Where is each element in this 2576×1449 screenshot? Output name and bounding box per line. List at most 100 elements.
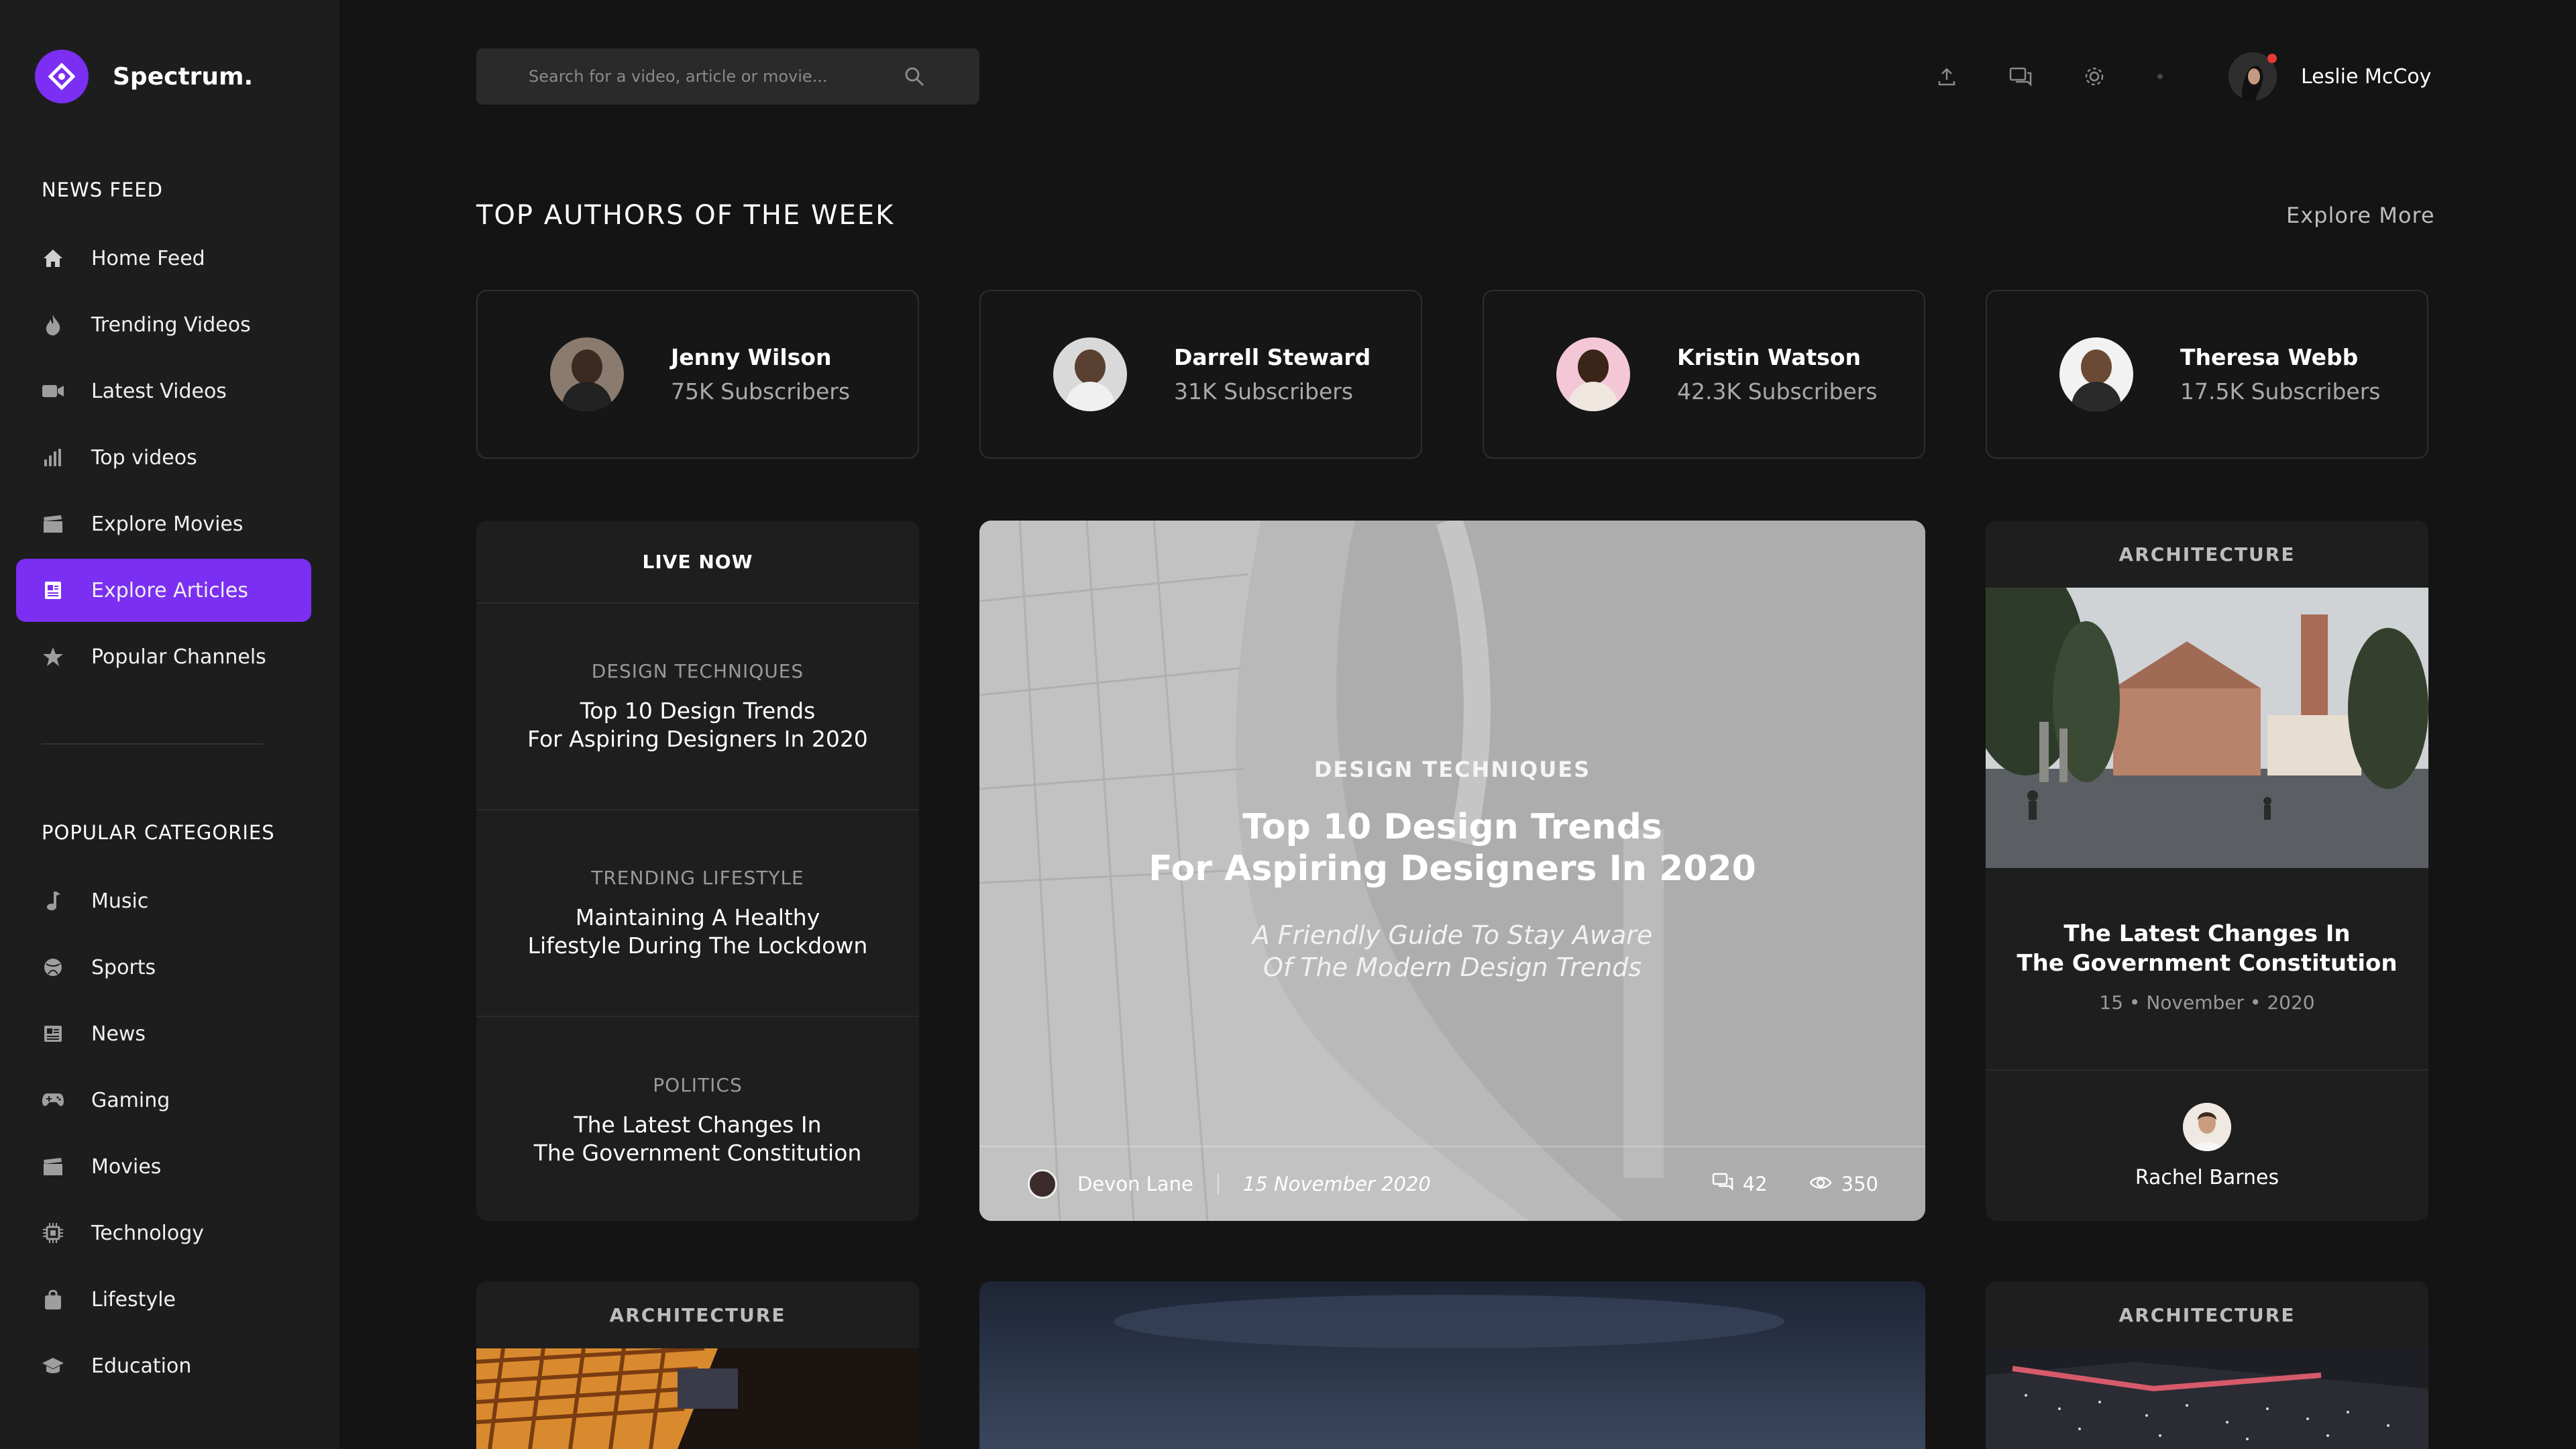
nav-label: Top videos [91, 445, 197, 470]
home-icon [42, 247, 64, 270]
nav-item-explore-articles[interactable]: Explore Articles [16, 559, 311, 622]
author-name: Kristin Watson [1677, 344, 1861, 370]
nav-item-explore-movies[interactable]: Explore Movies [16, 492, 311, 555]
star-icon [42, 645, 64, 668]
avatar [1556, 337, 1630, 411]
category-item-education[interactable]: Education [16, 1334, 311, 1397]
avatar [550, 337, 624, 411]
live-now-card: LIVE NOW DESIGN TECHNIQUES Top 10 Design… [476, 521, 919, 1221]
nav-item-trending-videos[interactable]: Trending Videos [16, 293, 311, 356]
live-item[interactable]: DESIGN TECHNIQUES Top 10 Design Trends F… [476, 604, 919, 810]
live-item[interactable]: POLITICS The Latest Changes In The Gover… [476, 1017, 919, 1221]
hero-author[interactable]: Devon Lane [1077, 1173, 1193, 1195]
notification-dot [2267, 54, 2277, 63]
author-card[interactable]: Theresa Webb 17.5K Subscribers [1986, 290, 2428, 459]
brand[interactable]: Spectrum. [35, 50, 253, 103]
comments-stat[interactable]: 42 [1703, 1173, 1768, 1196]
nav-item-popular-channels[interactable]: Popular Channels [16, 625, 311, 688]
article-image [1986, 1348, 2428, 1449]
user-menu[interactable]: Leslie McCoy [2229, 52, 2431, 101]
popular-categories-title: POPULAR CATEGORIES [42, 821, 275, 844]
live-item[interactable]: TRENDING LIFESTYLE Maintaining A Healthy… [476, 810, 919, 1017]
nav-item-top-videos[interactable]: Top videos [16, 426, 311, 489]
article-category: ARCHITECTURE [1986, 1281, 2428, 1348]
article-card[interactable]: ARCHITECTURE [476, 1281, 919, 1449]
graduation-cap-icon [42, 1354, 64, 1377]
hero-stats: 42 350 [1670, 1173, 1878, 1196]
category-item-lifestyle[interactable]: Lifestyle [16, 1268, 311, 1331]
bar-chart-icon [42, 446, 64, 469]
category-item-sports[interactable]: Sports [16, 936, 311, 999]
avatar [2183, 1102, 2231, 1151]
user-name: Leslie McCoy [2301, 64, 2432, 89]
category-label: News [91, 1022, 146, 1046]
avatar [2059, 337, 2133, 411]
author-card[interactable]: Jenny Wilson 75K Subscribers [476, 290, 919, 459]
eye-icon [1809, 1173, 1832, 1195]
live-item-title-line2: For Aspiring Designers In 2020 [527, 725, 868, 752]
author-subscribers: 75K Subscribers [671, 378, 851, 405]
nav-item-latest-videos[interactable]: Latest Videos [16, 360, 311, 423]
nav-label: Latest Videos [91, 379, 227, 403]
category-item-technology[interactable]: Technology [16, 1201, 311, 1265]
article-icon [42, 579, 64, 602]
hero-subtitle-line1: A Friendly Guide To Stay Aware [1252, 920, 1653, 950]
search-icon[interactable] [904, 66, 924, 91]
search-input[interactable]: Search for a video, article or movie... [476, 48, 979, 105]
nav-label: Explore Articles [91, 578, 248, 602]
views-stat[interactable]: 350 [1800, 1173, 1878, 1195]
newspaper-icon [42, 1022, 64, 1045]
category-item-gaming[interactable]: Gaming [16, 1069, 311, 1132]
messages-icon[interactable] [2008, 64, 2033, 89]
status-dot-icon [2148, 64, 2172, 89]
sidebar-divider [42, 743, 263, 745]
ball-icon [42, 956, 64, 979]
brand-name: Spectrum. [113, 62, 254, 91]
category-label: Movies [91, 1155, 162, 1179]
article-title-line2: The Government Constitution [2017, 950, 2398, 977]
category-label: Gaming [91, 1088, 170, 1112]
featured-card-bottom[interactable] [979, 1281, 1925, 1449]
category-item-music[interactable]: Music [16, 869, 311, 932]
avatar [2229, 52, 2277, 101]
hero-title: Top 10 Design Trends For Aspiring Design… [979, 806, 1925, 890]
featured-image-bottom [979, 1281, 1925, 1449]
featured-article-card[interactable]: DESIGN TECHNIQUES Top 10 Design Trends F… [979, 521, 1925, 1221]
article-card[interactable]: ARCHITECTURE [1986, 1281, 2428, 1449]
author-subscribers: 17.5K Subscribers [2180, 378, 2381, 405]
hero-title-line1: Top 10 Design Trends [1242, 807, 1662, 847]
category-item-news[interactable]: News [16, 1002, 311, 1065]
comments-icon [1712, 1173, 1733, 1196]
live-item-title-line2: Lifestyle During The Lockdown [527, 932, 868, 959]
avatar [1053, 337, 1127, 411]
hero-date: 15 November 2020 [1242, 1173, 1431, 1195]
hero-subtitle: A Friendly Guide To Stay Aware Of The Mo… [979, 919, 1925, 983]
author-name: Jenny Wilson [671, 344, 832, 370]
live-item-category: TRENDING LIFESTYLE [591, 866, 804, 889]
article-card[interactable]: ARCHITECTURE The Latest Changes In The G… [1986, 521, 2428, 1221]
explore-more-link[interactable]: Explore More [2286, 203, 2435, 228]
author-card[interactable]: Kristin Watson 42.3K Subscribers [1483, 290, 1925, 459]
category-label: Music [91, 889, 149, 913]
category-label: Sports [91, 955, 156, 979]
bag-icon [42, 1288, 64, 1311]
hero-category: DESIGN TECHNIQUES [1313, 757, 1591, 782]
article-author: Rachel Barnes [2135, 1165, 2279, 1189]
author-subscribers: 31K Subscribers [1174, 378, 1354, 405]
article-author-section[interactable]: Rachel Barnes [1986, 1069, 2428, 1221]
news-feed-nav: Home Feed Trending Videos Latest Videos … [16, 227, 311, 692]
author-name: Darrell Steward [1174, 344, 1371, 370]
nav-label: Home Feed [91, 246, 205, 270]
divider [1217, 1174, 1219, 1194]
news-feed-title: NEWS FEED [42, 178, 163, 201]
author-card[interactable]: Darrell Steward 31K Subscribers [979, 290, 1422, 459]
category-label: Technology [91, 1221, 205, 1245]
category-label: Lifestyle [91, 1287, 176, 1311]
article-title: The Latest Changes In The Government Con… [1986, 919, 2428, 978]
category-item-movies[interactable]: Movies [16, 1135, 311, 1198]
author-name: Theresa Webb [2180, 344, 2359, 370]
nav-item-home-feed[interactable]: Home Feed [16, 227, 311, 290]
article-image [1986, 588, 2428, 868]
gear-icon[interactable] [2082, 64, 2106, 89]
upload-icon[interactable] [1935, 64, 1959, 89]
